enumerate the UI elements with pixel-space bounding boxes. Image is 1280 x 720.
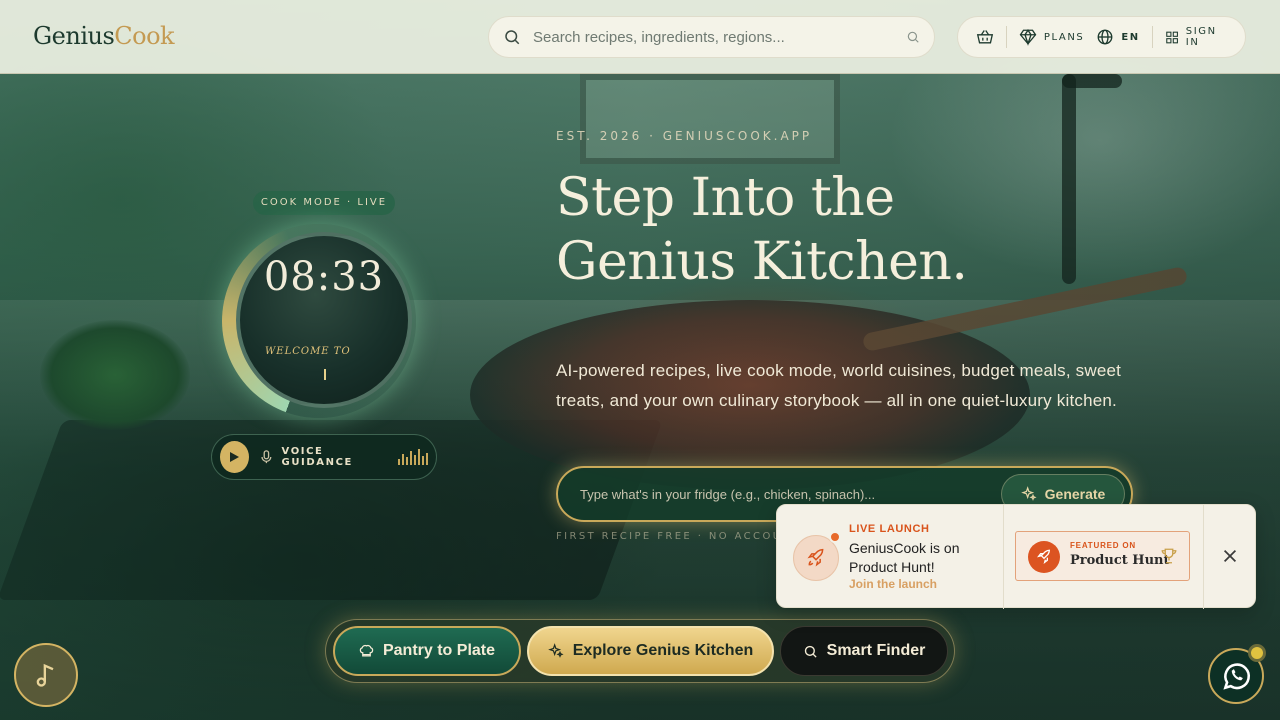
logo-text-genius: Genius	[33, 22, 115, 50]
language-selector[interactable]: EN	[1090, 28, 1145, 46]
mic-icon	[261, 450, 272, 464]
smart-finder-label: Smart Finder	[826, 642, 926, 659]
search-bar[interactable]	[488, 16, 935, 58]
timer-display: 08:33	[263, 254, 385, 300]
search-icon	[804, 645, 817, 658]
basket-icon	[976, 30, 994, 44]
typing-cursor	[324, 369, 326, 380]
product-hunt-badge[interactable]: FEATURED ON Product Hunt	[1015, 531, 1190, 581]
hero-title-line-2: Genius Kitchen.	[556, 232, 968, 292]
pantry-to-plate-label: Pantry to Plate	[382, 642, 496, 659]
header-nav: PLANS EN SIGN IN	[957, 16, 1246, 58]
rocket-icon	[807, 548, 824, 567]
cook-mode-badge: COOK MODE · LIVE	[253, 191, 395, 215]
welcome-text: WELCOME TO	[265, 346, 351, 357]
basket-button[interactable]	[970, 29, 1000, 45]
nav-divider	[1006, 26, 1007, 48]
notification-dot	[1248, 644, 1266, 662]
top-header: GeniusCook PLANS EN SIGN IN	[0, 0, 1280, 74]
featured-on-label: FEATURED ON	[1070, 541, 1136, 550]
hero-title-line-1: Step Into the	[556, 168, 895, 228]
audio-level-bars	[397, 449, 428, 465]
hero-description: AI-powered recipes, live cook mode, worl…	[556, 361, 1122, 410]
generator-footnote: FIRST RECIPE FREE · NO ACCOUN	[556, 531, 778, 542]
voice-guidance-control: VOICE GUIDANCE	[211, 434, 437, 480]
fridge-input[interactable]	[580, 486, 1001, 502]
trophy-icon	[1161, 548, 1177, 564]
plans-link[interactable]: PLANS	[1013, 28, 1091, 46]
live-indicator-dot	[829, 531, 841, 543]
play-icon	[230, 452, 240, 462]
nav-divider	[1151, 26, 1153, 48]
grid-icon	[1165, 31, 1178, 43]
join-launch-link[interactable]: Join the launch	[849, 577, 937, 591]
toast-divider	[1203, 505, 1204, 609]
voice-guidance-label: VOICE GUIDANCE	[281, 446, 353, 468]
toast-message: GeniusCook is on Product Hunt!	[849, 540, 960, 575]
sign-in-label: SIGN IN	[1185, 26, 1217, 48]
generate-label: Generate	[1044, 486, 1106, 502]
live-launch-label: LIVE LAUNCH	[849, 523, 930, 535]
explore-genius-kitchen-button[interactable]: Explore Genius Kitchen	[527, 626, 774, 676]
logo[interactable]: GeniusCook	[33, 22, 175, 50]
search-input[interactable]	[533, 28, 906, 46]
pantry-to-plate-button[interactable]: Pantry to Plate	[333, 626, 521, 676]
product-hunt-logo	[1028, 541, 1060, 573]
rocket-icon	[1037, 549, 1051, 564]
globe-icon	[1097, 29, 1113, 45]
search-submit-icon[interactable]	[906, 30, 920, 44]
product-hunt-label: Product Hunt	[1070, 553, 1170, 568]
hero-eyebrow: EST. 2026 · GENIUSCOOK.APP	[556, 129, 813, 143]
music-toggle-button[interactable]	[14, 643, 78, 707]
play-button[interactable]	[220, 441, 249, 473]
sparkles-icon	[1020, 486, 1037, 501]
diamond-icon	[1019, 29, 1037, 46]
music-note-icon	[36, 663, 54, 687]
toast-divider	[1003, 505, 1004, 609]
hero-title: Step Into the Genius Kitchen.	[556, 166, 968, 294]
launch-toast: LIVE LAUNCH GeniusCook is on Product Hun…	[776, 504, 1256, 609]
plans-label: PLANS	[1043, 31, 1085, 43]
smart-finder-button[interactable]: Smart Finder	[780, 626, 948, 676]
whatsapp-icon	[1223, 663, 1251, 690]
close-icon[interactable]	[1217, 543, 1243, 569]
sparkles-icon	[547, 643, 564, 658]
chef-hat-icon	[359, 644, 374, 656]
explore-label: Explore Genius Kitchen	[572, 642, 754, 659]
logo-text-cook: Cook	[114, 22, 175, 50]
sign-in-link[interactable]: SIGN IN	[1159, 26, 1233, 48]
search-icon	[505, 30, 520, 45]
language-label: EN	[1121, 31, 1140, 43]
